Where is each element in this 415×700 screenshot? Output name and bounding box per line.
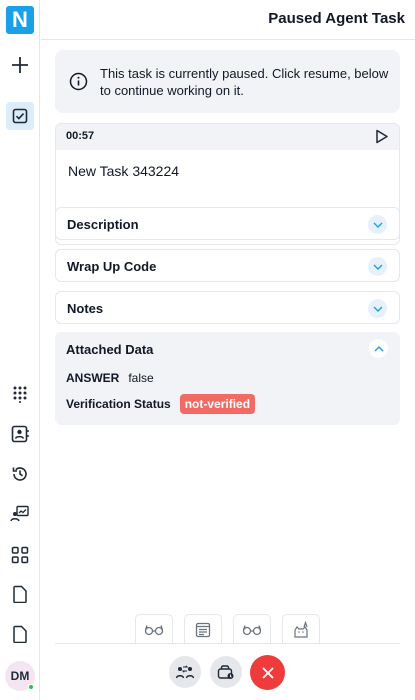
agent-stats-icon[interactable] [6, 500, 34, 528]
apps-grid-icon[interactable] [6, 541, 34, 569]
toolbar-divider [55, 643, 400, 644]
glasses-icon[interactable] [135, 614, 173, 644]
task-name: New Task 343224 [68, 163, 180, 179]
chevron-down-icon[interactable] [368, 257, 387, 276]
task-checkbox-icon[interactable] [6, 102, 34, 130]
play-icon[interactable] [375, 129, 389, 149]
notes-icon[interactable] [184, 614, 222, 644]
section-description[interactable]: Description [55, 207, 400, 240]
attached-field-row: ANSWER false [66, 371, 154, 385]
header: Paused Agent Task [41, 0, 415, 40]
document-icon[interactable] [6, 620, 34, 648]
plus-icon[interactable] [6, 51, 34, 79]
dialpad-icon[interactable] [6, 380, 34, 408]
transfer-icon[interactable] [169, 656, 201, 688]
chevron-down-icon[interactable] [368, 299, 387, 318]
glasses-icon[interactable] [233, 614, 271, 644]
document-icon[interactable] [6, 580, 34, 608]
section-label: Attached Data [66, 342, 154, 357]
section-label: Notes [67, 301, 104, 316]
section-label: Description [67, 217, 139, 232]
presence-indicator [28, 684, 34, 690]
hold-icon[interactable] [210, 656, 242, 688]
section-notes[interactable]: Notes [55, 291, 400, 324]
field-value: false [128, 371, 154, 385]
end-call-icon[interactable] [250, 655, 285, 690]
status-badge: not-verified [179, 394, 256, 414]
task-timer: 00:57 [66, 130, 95, 142]
task-card-header: 00:57 [56, 124, 399, 150]
history-icon[interactable] [6, 460, 34, 488]
section-wrap-up-code[interactable]: Wrap Up Code [55, 249, 400, 282]
app-logo[interactable]: N [6, 6, 34, 34]
section-attached-data: Attached Data ANSWER false Verification … [55, 332, 400, 425]
banner-text: This task is currently paused. Click res… [100, 66, 389, 98]
field-key: Verification Status [66, 397, 171, 411]
attached-field-row: Verification Status not-verified [66, 394, 256, 414]
avatar[interactable]: DM [5, 661, 35, 691]
contacts-icon[interactable] [6, 420, 34, 448]
info-icon [69, 72, 88, 96]
field-key: ANSWER [66, 371, 120, 385]
chevron-up-icon[interactable] [369, 339, 388, 358]
cat-icon[interactable] [282, 614, 320, 644]
chevron-down-icon[interactable] [368, 215, 387, 234]
logo-letter: N [12, 7, 28, 32]
sidebar: N DM [0, 0, 40, 700]
section-label: Wrap Up Code [67, 259, 157, 274]
avatar-initials: DM [10, 669, 30, 683]
page-title: Paused Agent Task [268, 10, 405, 27]
paused-info-banner: This task is currently paused. Click res… [55, 50, 400, 113]
